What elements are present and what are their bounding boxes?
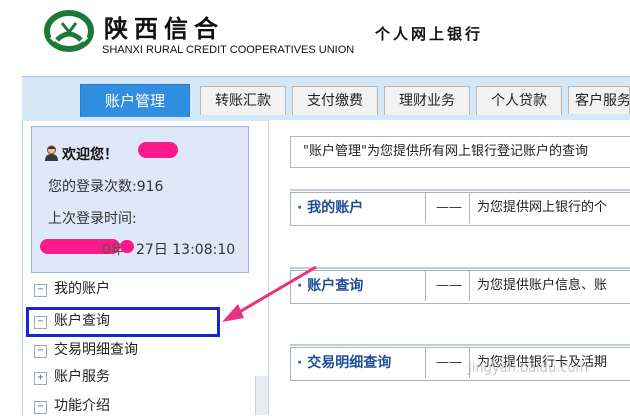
section-description: "账户管理"为您提供所有网上银行登记账户的查询 [290, 136, 630, 168]
main-nav: 账户管理 转账汇款 支付缴费 理财业务 个人贷款 客户服务 [22, 76, 630, 121]
sidebar-item-label: 我的账户 [54, 281, 110, 297]
redacted-username [138, 142, 178, 158]
last-login-label: 上次登录时间: [48, 211, 137, 227]
sidebar-item-label: 功能介绍 [54, 398, 110, 414]
service-dash: —— [429, 271, 470, 301]
collapse-icon: − [34, 345, 47, 358]
service-row: · 我的账户 —— 为您提供网上银行的个 [290, 189, 630, 226]
redacted-login-month [120, 240, 134, 253]
service-desc: 为您提供网上银行的个 [477, 200, 608, 215]
divider [290, 189, 630, 191]
sidebar-item-account-service[interactable]: + 账户服务 [34, 367, 110, 387]
service-row: · 账户查询 —— 为您提供账户信息、账 [290, 267, 630, 304]
service-desc: 为您提供账户信息、账 [477, 278, 608, 293]
sidebar-item-transaction-query[interactable]: − 交易明细查询 [34, 340, 138, 360]
service-dash: —— [429, 193, 470, 223]
collapse-icon: − [34, 401, 47, 414]
welcome-greeting-row: 欢迎您！ [44, 144, 118, 164]
last-login-time: 27日 13:08:10 [136, 242, 236, 258]
bank-logo-icon [44, 10, 94, 52]
login-count: 您的登录次数:916 [48, 179, 164, 195]
header: 陕西信合 SHANXI RURAL CREDIT COOPERATIVES UN… [0, 0, 630, 75]
brand-name-en: SHANXI RURAL CREDIT COOPERATIVES UNION [102, 44, 355, 56]
sidebar-item-label: 交易明细查询 [54, 342, 138, 358]
service-link-my-account[interactable]: · 我的账户 [297, 193, 426, 223]
collapse-icon: − [34, 284, 47, 297]
brand-name-cn: 陕西信合 [104, 14, 224, 43]
tab-wealth[interactable]: 理财业务 [384, 86, 470, 115]
tab-payment[interactable]: 支付缴费 [292, 86, 378, 115]
sidebar-item-label: 账户服务 [54, 369, 110, 385]
sidebar-scrollbar[interactable] [255, 376, 268, 415]
tab-customer-service[interactable]: 客户服务 [568, 86, 630, 114]
divider [290, 267, 630, 269]
divider [290, 344, 630, 346]
service-link-transaction-query[interactable]: · 交易明细查询 [297, 348, 426, 378]
sidebar-item-my-account[interactable]: − 我的账户 [34, 279, 110, 299]
welcome-panel: 欢迎您！ 您的登录次数:916 上次登录时间: 0年 27日 13:08:10 [31, 126, 249, 273]
service-link-account-query[interactable]: · 账户查询 [297, 271, 426, 301]
tab-transfer[interactable]: 转账汇款 [200, 86, 286, 115]
sidebar-item-feature-intro[interactable]: − 功能介绍 [34, 396, 110, 416]
tab-loans[interactable]: 个人贷款 [476, 86, 562, 115]
service-dash: —— [429, 348, 470, 378]
tab-account-management[interactable]: 账户管理 [80, 84, 190, 117]
user-icon [45, 145, 58, 161]
annotation-highlight-box [26, 307, 220, 337]
expand-icon: + [34, 372, 47, 385]
watermark: Jingyan.baidu.com [468, 361, 589, 376]
welcome-greeting: 欢迎您！ [62, 147, 118, 163]
bank-title: 个人网上银行 [375, 25, 484, 43]
sidebar-border [22, 120, 23, 415]
